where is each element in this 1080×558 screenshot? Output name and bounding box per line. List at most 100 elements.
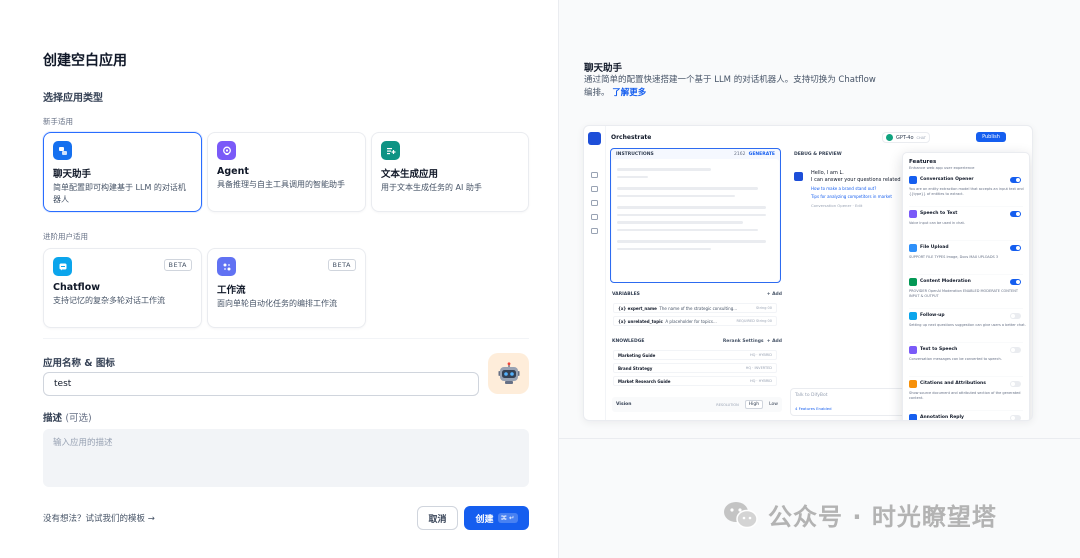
debug-preview-label: DEBUG & PREVIEW — [794, 152, 842, 157]
card-title: 文本生成应用 — [381, 169, 439, 180]
add-knowledge-button: + Add — [766, 339, 782, 344]
card-description: 用于文本生成任务的 AI 助手 — [381, 183, 482, 192]
agent-icon — [217, 141, 236, 160]
description-label: 描述 (可选) — [43, 410, 92, 424]
description-label-text: 描述 — [43, 413, 63, 424]
template-link[interactable]: 没有想法？试试我们的模板 → — [43, 512, 155, 524]
rerank-settings: Rerank Settings — [722, 339, 764, 344]
knowledge-label: KNOWLEDGE — [612, 339, 645, 344]
moderation-icon — [909, 278, 917, 286]
watermark-text: 公众号 · 时光瞭望塔 — [768, 503, 997, 531]
instructions-text-placeholder — [612, 159, 779, 282]
learn-more-link[interactable]: 了解更多 — [612, 88, 646, 98]
follow-up-icon — [909, 312, 917, 320]
citations-icon — [909, 380, 917, 388]
cancel-button[interactable]: 取消 — [417, 506, 458, 530]
description-textarea[interactable]: 输入应用的描述 — [43, 429, 529, 487]
resolution-high: High — [744, 400, 764, 409]
watermark: 公众号 · 时光瞭望塔 — [722, 497, 997, 532]
divider — [559, 438, 1080, 439]
app-type-card-chatflow[interactable]: BETA Chatflow 支持记忆的复杂多轮对话工作流 — [43, 248, 202, 328]
model-selector: GPT-4o CHAT — [882, 132, 930, 143]
robot-emoji-icon[interactable] — [488, 353, 529, 394]
text-generation-icon — [381, 141, 400, 160]
workflow-icon — [217, 257, 236, 276]
toggle-switch — [1010, 177, 1021, 183]
wechat-icon — [724, 501, 758, 528]
variable-row: {x} expert_name The name of the strategi… — [613, 303, 777, 313]
feature-item: Citations and Attributions Show source do… — [909, 377, 1023, 411]
generate-button: GENERATE — [748, 152, 775, 157]
app-type-card-chatbot[interactable]: 聊天助手 简单配置即可构建基于 LLM 的对话机器人 — [43, 132, 202, 212]
knowledge-row: Market Research Guide HQ · HYBRID — [613, 376, 777, 386]
microphone-icon — [909, 210, 917, 218]
app-name-label: 应用名称 & 图标 — [43, 358, 115, 369]
preview-title: 聊天助手 — [584, 63, 623, 74]
features-panel: Features Enhance web app user experience… — [902, 152, 1030, 420]
nav-icon — [591, 172, 598, 178]
toggle-switch — [1010, 245, 1021, 251]
instructions-panel: INSTRUCTIONS 2162 GENERATE — [610, 148, 781, 283]
variables-label: VARIABLES — [612, 292, 640, 297]
variable-row: {x} unrelated_topic A placeholder for to… — [613, 316, 777, 326]
app-type-card-workflow[interactable]: BETA 工作流 面向单轮自动化任务的编排工作流 — [207, 248, 366, 328]
chat-input: Talk to DifyBot 4 Features Enabled — [790, 388, 910, 416]
vision-label: Vision — [616, 402, 632, 407]
annotation-icon — [909, 414, 917, 420]
create-button-label: 创建 — [475, 514, 494, 525]
knowledge-header: KNOWLEDGE Rerank Settings + Add — [612, 339, 782, 344]
app-name-input[interactable]: test — [43, 372, 479, 396]
feature-item: File Upload SUPPORT FILE TYPES Image, Doc… — [909, 241, 1023, 275]
create-button[interactable]: 创建 ⌘ ↵ — [464, 506, 529, 530]
toggle-switch — [1010, 211, 1021, 217]
divider — [43, 338, 529, 339]
preview-description: 通过简单的配置快速搭建一个基于 LLM 的对话机器人。支持切换为 Chatflo… — [584, 74, 884, 100]
create-app-panel: 创建空白应用 选择应用类型 新手适用 聊天助手 简单配置即可构建基于 LLM 的… — [0, 0, 558, 558]
instructions-count: 2162 — [734, 152, 746, 157]
feature-item: Follow-up Setting up next questions sugge… — [909, 309, 1026, 343]
dialog-title: 创建空白应用 — [43, 53, 127, 69]
openai-icon — [886, 134, 893, 141]
instructions-label: INSTRUCTIONS — [616, 152, 654, 157]
toggle-switch — [1010, 415, 1021, 420]
optional-hint: (可选) — [65, 413, 92, 424]
feature-item: Content Moderation PROVIDER OpenAI Modera… — [909, 275, 1023, 309]
resolution-low: Low — [769, 402, 778, 407]
app-preview-screenshot: Orchestrate GPT-4o CHAT Publish INSTRUCT… — [583, 125, 1033, 421]
beta-badge: BETA — [163, 259, 192, 271]
nav-icon — [591, 228, 598, 234]
feature-item: Text to Speech Conversation messages can … — [909, 343, 1023, 377]
toggle-switch — [1010, 381, 1021, 387]
card-title: Chatflow — [53, 282, 101, 293]
card-title: 聊天助手 — [53, 169, 92, 180]
card-description: 面向单轮自动化任务的编排工作流 — [217, 299, 337, 308]
app-type-section-title: 选择应用类型 — [43, 93, 103, 104]
feature-item: Speech to Text Voice input can be used in… — [909, 207, 1023, 241]
toggle-switch — [1010, 313, 1021, 319]
app-type-card-text-generation[interactable]: 文本生成应用 用于文本生成任务的 AI 助手 — [371, 132, 529, 212]
chat-bot-icon — [53, 141, 72, 160]
preview-sidebar — [584, 126, 606, 420]
variables-header: VARIABLES + Add — [612, 292, 782, 297]
card-description: 简单配置即可构建基于 LLM 的对话机器人 — [53, 183, 186, 204]
resolution-label: RESOLUTION — [716, 402, 739, 407]
nav-icon — [591, 214, 598, 220]
add-variable-button: + Add — [766, 292, 782, 297]
feature-item: Conversation Opener You are an entity ext… — [909, 173, 1024, 207]
nav-icon — [591, 200, 598, 206]
file-upload-icon — [909, 244, 917, 252]
features-subtitle: Enhance web app user experience — [909, 165, 975, 170]
knowledge-row: Brand Strategy HQ · INVERTED — [613, 363, 777, 373]
knowledge-row: Marketing Guide HQ · HYBRID — [613, 350, 777, 360]
text-to-speech-icon — [909, 346, 917, 354]
bot-avatar-icon — [794, 172, 803, 181]
chatflow-icon — [53, 257, 72, 276]
feature-item: Annotation Reply — [909, 411, 1023, 420]
preview-panel: 聊天助手 通过简单的配置快速搭建一个基于 LLM 的对话机器人。支持切换为 Ch… — [558, 0, 1080, 558]
keyboard-shortcut-hint: ⌘ ↵ — [497, 513, 518, 523]
vision-row: Vision RESOLUTION High Low — [612, 397, 782, 412]
nav-icon — [591, 186, 598, 192]
app-type-card-agent[interactable]: Agent 具备推理与自主工具调用的智能助手 — [207, 132, 366, 212]
card-title: 工作流 — [217, 285, 246, 296]
model-name: GPT-4o — [896, 134, 914, 141]
